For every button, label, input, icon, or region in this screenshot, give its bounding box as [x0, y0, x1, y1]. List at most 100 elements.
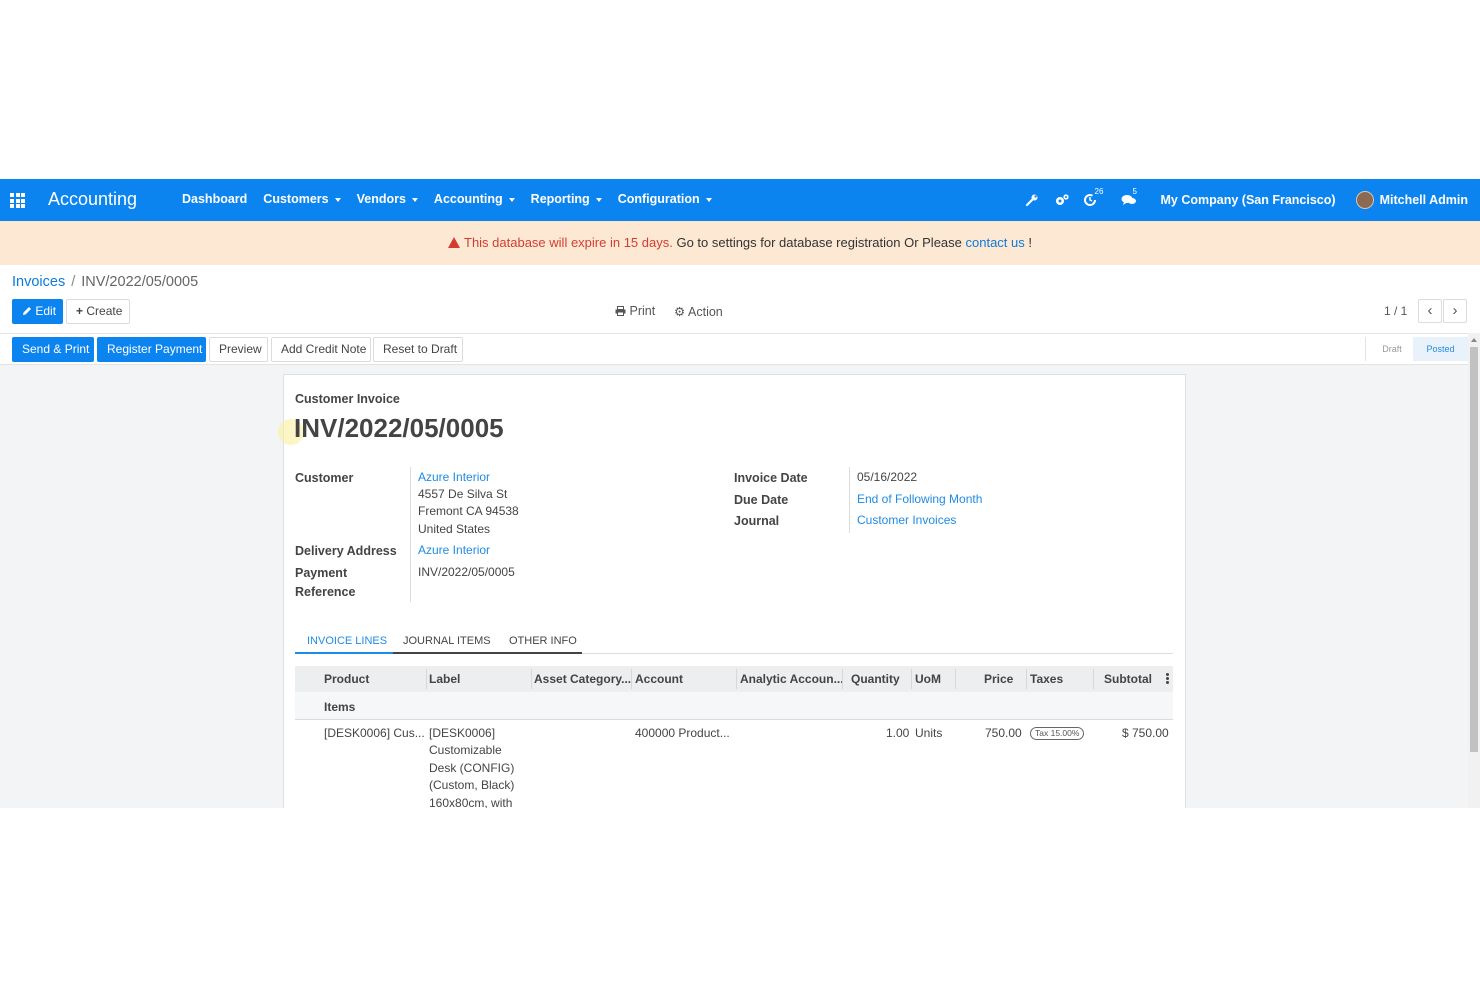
company-switcher[interactable]: My Company (San Francisco): [1161, 193, 1336, 207]
menu-configuration[interactable]: Configuration: [618, 192, 712, 206]
breadcrumb: Invoices / INV/2022/05/0005: [12, 274, 198, 290]
activity-clock-icon[interactable]: 26: [1083, 187, 1103, 209]
line-account[interactable]: 400000 Product...: [635, 725, 730, 743]
column-separator: [911, 669, 912, 689]
line-label-4[interactable]: (Custom, Black): [429, 777, 514, 795]
scrollbar-thumb[interactable]: [1470, 347, 1478, 752]
column-price[interactable]: Price: [984, 672, 1013, 686]
notebook-tabs: INVOICE LINES JOURNAL ITEMS OTHER INFO: [295, 632, 1173, 654]
chevron-left-icon: ‹: [1427, 302, 1433, 319]
navbar-systray: 26 5 My Company (San Francisco) Mitchell…: [1014, 179, 1468, 221]
apps-grid-icon[interactable]: [10, 193, 25, 208]
create-button[interactable]: + Create: [66, 299, 130, 324]
messages-icon[interactable]: 5: [1121, 187, 1139, 209]
breadcrumb-current: INV/2022/05/0005: [81, 274, 199, 290]
statusbar-divider: [0, 333, 1468, 334]
payment-reference-label-line-2: Reference: [295, 585, 356, 599]
line-label-3[interactable]: Desk (CONFIG): [429, 760, 514, 778]
expiration-alert: This database will expire in 15 days. Go…: [0, 221, 1480, 265]
chevron-right-icon: ›: [1452, 302, 1458, 319]
column-separator: [426, 669, 427, 689]
edit-label: Edit: [35, 304, 57, 318]
active-tab-indicator: [295, 652, 393, 654]
menu-dashboard[interactable]: Dashboard: [182, 192, 247, 206]
invoice-date-label: Invoice Date: [734, 471, 808, 485]
payment-reference-label-line-1: Payment: [295, 566, 348, 580]
field-divider-left: [410, 467, 411, 602]
avatar[interactable]: [1355, 191, 1374, 209]
invoice-number: INV/2022/05/0005: [294, 413, 504, 443]
preview-button[interactable]: Preview: [209, 337, 268, 362]
due-date-link[interactable]: End of Following Month: [857, 491, 982, 509]
delivery-address-link[interactable]: Azure Interior: [418, 542, 490, 560]
status-posted[interactable]: Posted: [1413, 337, 1468, 361]
breadcrumb-invoices[interactable]: Invoices: [12, 274, 65, 290]
pager-previous-button[interactable]: ‹: [1418, 299, 1442, 323]
column-taxes[interactable]: Taxes: [1030, 672, 1063, 686]
alert-end: !: [1024, 235, 1032, 250]
section-row[interactable]: Items: [295, 692, 1173, 720]
action-button[interactable]: ⚙ Action: [674, 304, 723, 319]
reset-to-draft-button[interactable]: Reset to Draft: [373, 337, 463, 362]
user-menu[interactable]: Mitchell Admin: [1380, 193, 1468, 207]
wrench-icon[interactable]: [1025, 191, 1043, 209]
add-credit-note-button[interactable]: Add Credit Note: [271, 337, 371, 362]
status-draft[interactable]: Draft: [1371, 337, 1413, 361]
invoice-type: Customer Invoice: [295, 392, 400, 406]
section-label: Items: [324, 700, 356, 714]
pager-next-button[interactable]: ›: [1443, 299, 1467, 323]
register-payment-button[interactable]: Register Payment: [97, 337, 206, 362]
tab-journal-items[interactable]: JOURNAL ITEMS: [403, 635, 491, 647]
line-label-1[interactable]: [DESK0006]: [429, 725, 495, 743]
main-menu: Dashboard Customers Vendors Accounting R…: [182, 192, 728, 206]
delivery-address-label: Delivery Address: [295, 544, 397, 558]
line-tax-badge[interactable]: Tax 15.00%: [1030, 727, 1085, 740]
column-separator: [631, 669, 632, 689]
print-button[interactable]: Print: [615, 304, 655, 318]
settings-cogs-icon[interactable]: [1054, 191, 1072, 209]
menu-vendors[interactable]: Vendors: [357, 192, 418, 206]
column-asset-category[interactable]: Asset Category...: [534, 672, 631, 686]
line-price[interactable]: 750.00: [985, 725, 1022, 743]
menu-accounting-label: Accounting: [433, 192, 503, 206]
journal-link[interactable]: Customer Invoices: [857, 512, 956, 530]
tab-invoice-lines[interactable]: INVOICE LINES: [307, 635, 387, 647]
column-quantity[interactable]: Quantity: [851, 672, 900, 686]
customer-address-line-3: United States: [418, 522, 491, 536]
statusbar-separator: [1365, 337, 1366, 361]
column-analytic-account[interactable]: Analytic Accoun...: [740, 672, 844, 686]
scroll-up-arrow-icon[interactable]: [1471, 338, 1477, 342]
customer-label: Customer: [295, 471, 354, 485]
menu-customers[interactable]: Customers: [263, 192, 341, 206]
line-quantity[interactable]: 1.00: [886, 725, 909, 743]
line-label-2[interactable]: Customizable: [429, 742, 502, 760]
column-separator: [531, 669, 532, 689]
line-uom[interactable]: Units: [915, 725, 942, 743]
edit-button[interactable]: Edit: [12, 299, 63, 324]
contact-us-link[interactable]: contact us: [966, 235, 1025, 250]
column-subtotal[interactable]: Subtotal: [1104, 672, 1152, 686]
field-divider-right: [849, 467, 850, 533]
menu-accounting[interactable]: Accounting: [434, 192, 515, 206]
page-scrollbar[interactable]: [1468, 333, 1480, 808]
column-label[interactable]: Label: [429, 672, 460, 686]
send-print-button[interactable]: Send & Print: [12, 337, 94, 362]
line-product[interactable]: [DESK0006] Cus...: [324, 725, 425, 743]
column-uom[interactable]: UoM: [915, 672, 941, 686]
invoice-lines-header: Product Label Asset Category... Account …: [295, 666, 1173, 692]
app-name[interactable]: Accounting: [48, 189, 137, 210]
chevron-down-icon: [705, 197, 712, 202]
column-separator: [842, 669, 843, 689]
column-account[interactable]: Account: [635, 672, 683, 686]
menu-reporting[interactable]: Reporting: [531, 192, 602, 206]
tab-other-info[interactable]: OTHER INFO: [509, 635, 577, 647]
optional-columns-icon[interactable]: [1166, 673, 1169, 684]
plus-icon: +: [76, 304, 84, 318]
gear-icon: ⚙: [674, 305, 686, 319]
top-navbar: Accounting Dashboard Customers Vendors A…: [0, 179, 1480, 221]
pencil-icon: [23, 307, 31, 315]
customer-link[interactable]: Azure Interior: [418, 469, 490, 487]
line-label-5[interactable]: 160x80cm, with: [429, 795, 512, 808]
expiration-warning: This database will expire in 15 days.: [464, 235, 673, 250]
column-product[interactable]: Product: [324, 672, 369, 686]
